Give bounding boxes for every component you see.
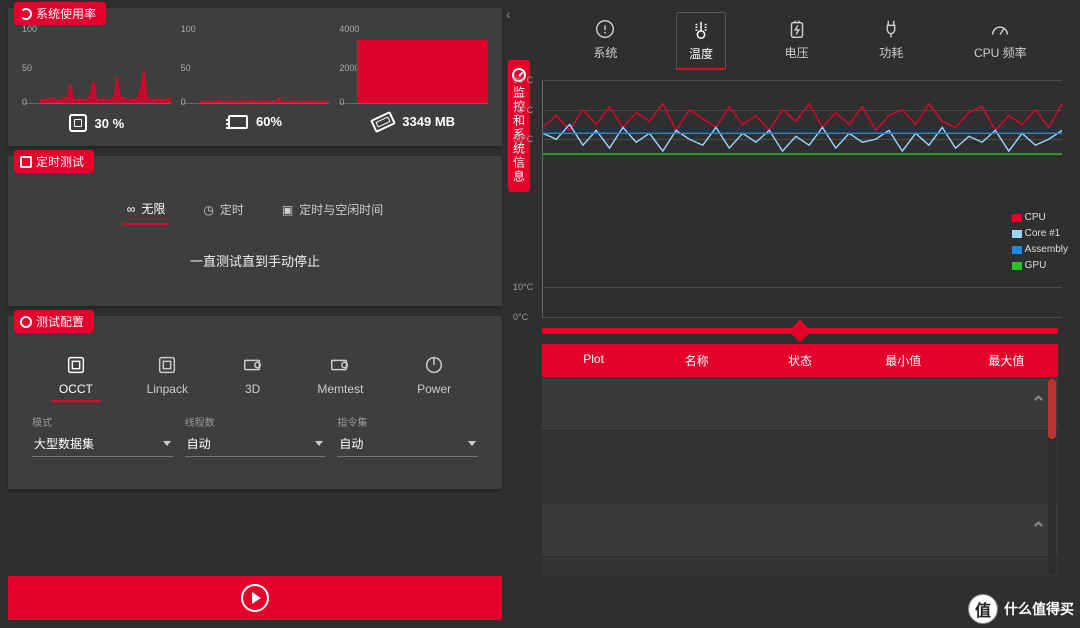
gpu-icon: [228, 115, 248, 129]
panel-title-timed: 定时测试: [36, 153, 84, 170]
tab-infinite[interactable]: ∞无限: [123, 194, 170, 225]
tab-idle[interactable]: ▣定时与空闲时间: [278, 194, 387, 225]
slider-thumb[interactable]: [789, 320, 812, 343]
usage-gpu: 100 50 0 60%: [181, 28, 330, 132]
memory-icon: [370, 111, 396, 133]
panel-system-usage: 系统使用率 100 50 0 30 % 10: [8, 8, 502, 146]
select-threads[interactable]: 自动: [185, 431, 326, 457]
rtab-system[interactable]: 系统: [581, 12, 629, 70]
rtab-voltage[interactable]: 电压: [773, 12, 821, 70]
panel-test-config: 测试配置 OCCT Linpack 3D Memtest Power 模式 大型…: [8, 316, 502, 489]
label-threads: 线程数: [185, 414, 326, 429]
chevron-up-icon: ⌃: [1031, 519, 1046, 540]
rtab-temp[interactable]: 温度: [676, 12, 726, 70]
play-icon: [241, 584, 269, 612]
panel-tag-config: 测试配置: [14, 310, 94, 333]
table-row[interactable]: [542, 467, 1058, 503]
gear-icon: [20, 316, 32, 328]
cpu-icon: [69, 114, 87, 132]
table-row[interactable]: ⌃: [542, 503, 1058, 557]
table-row[interactable]: [542, 431, 1058, 467]
select-mode[interactable]: 大型数据集: [32, 431, 173, 457]
select-instr[interactable]: 自动: [337, 431, 478, 457]
panel-tag-usage: 系统使用率: [14, 2, 106, 25]
tab-scheduled[interactable]: ◷定时: [199, 194, 248, 225]
collapse-panel-button[interactable]: ‹: [506, 6, 511, 22]
table-body[interactable]: ⌃ ⌃: [542, 377, 1058, 577]
table-row[interactable]: ⌃: [542, 377, 1058, 431]
scrollbar[interactable]: [1048, 379, 1056, 575]
label-instr: 指令集: [337, 414, 478, 429]
calendar-icon: [20, 156, 32, 168]
table-row[interactable]: [542, 557, 1058, 577]
scroll-thumb[interactable]: [1048, 379, 1056, 439]
watermark: 值 什么值得买: [968, 594, 1074, 624]
start-button[interactable]: [8, 576, 502, 620]
usage-mem-value: 3349 MB: [402, 114, 455, 129]
chevron-down-icon: [315, 441, 323, 446]
usage-gpu-value: 60%: [256, 114, 282, 129]
time-slider[interactable]: [542, 328, 1058, 334]
watermark-icon: 值: [968, 594, 998, 624]
usage-cpu-value: 30 %: [95, 116, 125, 131]
temperature-chart: CPU Core #1 Assembly GPU 0°C10°C60°C70°C…: [542, 80, 1062, 318]
refresh-icon: [20, 8, 32, 20]
timed-desc: 一直测试直到手动停止: [22, 235, 488, 292]
tab-power[interactable]: Power: [409, 350, 459, 402]
panel-timed-test: 定时测试 ∞无限 ◷定时 ▣定时与空闲时间 一直测试直到手动停止: [8, 156, 502, 306]
panel-tag-timed: 定时测试: [14, 150, 94, 173]
label-mode: 模式: [32, 414, 173, 429]
rtab-cpufreq[interactable]: CPU 频率: [962, 12, 1039, 70]
panel-title-usage: 系统使用率: [36, 5, 96, 22]
tab-memtest[interactable]: Memtest: [309, 350, 371, 402]
tab-occt[interactable]: OCCT: [51, 350, 101, 402]
usage-mem: 4000 2000 0 3349 MB: [339, 28, 488, 132]
tab-linpack[interactable]: Linpack: [139, 350, 196, 402]
rtab-power[interactable]: 功耗: [867, 12, 915, 70]
chevron-up-icon: ⌃: [1031, 393, 1046, 414]
chevron-down-icon: [163, 441, 171, 446]
window-icon: ▣: [282, 203, 293, 217]
infinity-icon: ∞: [127, 202, 136, 216]
usage-cpu: 100 50 0 30 %: [22, 28, 171, 132]
table-header: Plot 名称 状态 最小值 最大值: [542, 344, 1058, 377]
chevron-down-icon: [468, 441, 476, 446]
clock-icon: ◷: [203, 203, 213, 217]
tab-3d[interactable]: 3D: [234, 350, 272, 402]
panel-title-config: 测试配置: [36, 313, 84, 330]
